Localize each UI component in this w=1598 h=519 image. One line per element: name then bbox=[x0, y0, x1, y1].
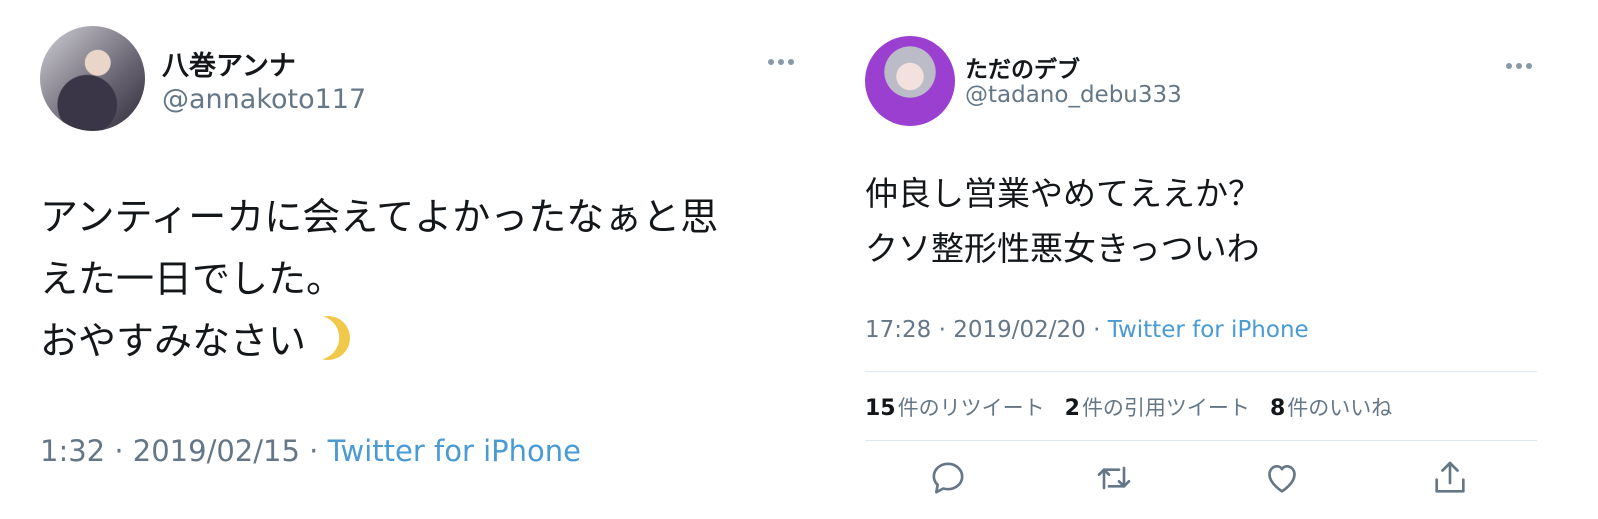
tweet-card-annakoto: 八巻アンナ @annakoto117 アンティーカに会えてよかったなぁと思 えた… bbox=[0, 0, 820, 519]
divider bbox=[865, 440, 1537, 441]
user-handle[interactable]: @tadano_debu333 bbox=[965, 82, 1182, 108]
tweet-timestamp[interactable]: 17:28 · 2019/02/20 · bbox=[865, 317, 1108, 343]
like-icon[interactable] bbox=[1262, 458, 1302, 502]
avatar[interactable] bbox=[40, 26, 145, 131]
user-handle[interactable]: @annakoto117 bbox=[162, 84, 366, 115]
share-icon[interactable] bbox=[1430, 458, 1470, 502]
crescent-moon-icon bbox=[300, 310, 356, 366]
more-options-icon[interactable] bbox=[768, 59, 794, 65]
tweet-timestamp[interactable]: 1:32 · 2019/02/15 · bbox=[40, 434, 328, 468]
retweet-icon[interactable] bbox=[1094, 458, 1134, 502]
tweet-text: 仲良し営業やめてええか？ クソ整形性悪女きっついわ bbox=[865, 174, 1261, 268]
tweet-card-tadano: ただのデブ @tadano_debu333 仲良し営業やめてええか？ クソ整形性… bbox=[840, 0, 1598, 519]
tweet-source-link[interactable]: Twitter for iPhone bbox=[328, 434, 581, 468]
reply-icon[interactable] bbox=[928, 458, 968, 502]
like-stat[interactable]: 8件のいいね bbox=[1270, 392, 1392, 422]
avatar[interactable] bbox=[865, 36, 955, 126]
divider bbox=[865, 371, 1537, 372]
quote-stat[interactable]: 2件の引用ツイート bbox=[1065, 392, 1250, 422]
display-name[interactable]: ただのデブ bbox=[965, 50, 1080, 84]
engagement-stats: 15件のリツイート 2件の引用ツイート 8件のいいね bbox=[865, 392, 1392, 422]
tweet-meta: 1:32 · 2019/02/15 · Twitter for iPhone bbox=[40, 434, 581, 468]
tweet-text: アンティーカに会えてよかったなぁと思 えた一日でした。 おやすみなさい bbox=[40, 186, 810, 372]
retweet-stat[interactable]: 15件のリツイート bbox=[865, 392, 1045, 422]
tweet-meta: 17:28 · 2019/02/20 · Twitter for iPhone bbox=[865, 317, 1309, 343]
tweet-source-link[interactable]: Twitter for iPhone bbox=[1108, 317, 1309, 343]
display-name[interactable]: 八巻アンナ bbox=[162, 44, 296, 83]
more-options-icon[interactable] bbox=[1506, 63, 1532, 69]
